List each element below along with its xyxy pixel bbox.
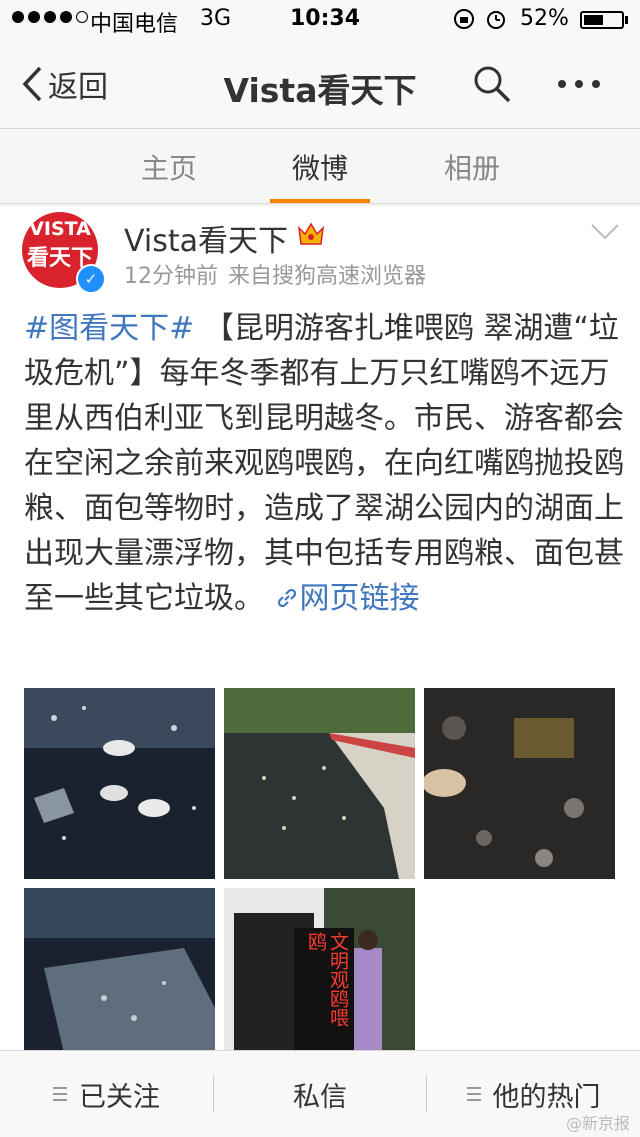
- network-type: 3G: [200, 6, 232, 31]
- nav-bar: 返回 Vista看天下: [0, 40, 640, 129]
- battery-percent: 52%: [520, 6, 569, 31]
- signal-icon: [12, 11, 88, 23]
- follow-label: 已关注: [79, 1081, 160, 1113]
- message-button[interactable]: 私信: [214, 1051, 426, 1137]
- post-meta: 12分钟前 来自搜狗高速浏览器: [124, 258, 426, 290]
- tab-weibo[interactable]: 微博: [245, 147, 395, 187]
- post-time: 12分钟前: [124, 264, 218, 289]
- photo-civilized-sign[interactable]: 文明观鸥喂鸥: [224, 888, 415, 1053]
- search-button[interactable]: [472, 64, 512, 108]
- profile-tabs: 主页 微博 相册: [0, 129, 640, 204]
- hot-posts-label: 他的热门: [492, 1081, 601, 1113]
- message-label: 私信: [293, 1081, 347, 1113]
- page-title: Vista看天下: [223, 71, 417, 110]
- active-tab-indicator: [270, 199, 370, 203]
- photo-lake-railing[interactable]: [224, 688, 415, 879]
- topic-link[interactable]: #图看天下#: [24, 311, 194, 346]
- post-username[interactable]: Vista看天下: [124, 216, 288, 260]
- vip-crown-icon: [296, 220, 326, 252]
- chevron-down-icon: [591, 224, 619, 240]
- photo-feeding-hand[interactable]: [424, 688, 615, 879]
- bottom-action-bar: 已关注 私信 他的热门: [0, 1050, 640, 1137]
- photo-gulls-water[interactable]: [24, 688, 215, 879]
- post-source: 来自搜狗高速浏览器: [228, 264, 427, 289]
- battery-icon: [580, 11, 624, 29]
- web-link[interactable]: 网页链接: [274, 581, 420, 616]
- web-link-label: 网页链接: [299, 581, 420, 616]
- sign-text: 文明观鸥喂鸥: [305, 932, 349, 1027]
- follow-button[interactable]: 已关注: [0, 1051, 213, 1137]
- rotation-alarm-icons: [452, 6, 508, 38]
- tab-home[interactable]: 主页: [94, 147, 244, 187]
- post-body: 【昆明游客扎堆喂鸥 翠湖遭“垃圾危机”】每年冬季都有上万只红嘴鸥不远万里从西伯利…: [24, 311, 624, 616]
- tab-album[interactable]: 相册: [397, 147, 547, 187]
- weibo-post-card[interactable]: VISTA 看天下 ✓ Vista看天下 12分钟前 来自搜狗高速浏览器 #图看天…: [0, 206, 640, 1053]
- clock: 10:34: [290, 6, 361, 31]
- post-menu-button[interactable]: [590, 222, 620, 246]
- post-text: #图看天下# 【昆明游客扎堆喂鸥 翠湖遭“垃圾危机”】每年冬季都有上万只红嘴鸥不…: [24, 306, 624, 621]
- status-bar: 中国电信 3G 10:34 52%: [0, 0, 640, 40]
- carrier-name: 中国电信: [90, 12, 179, 37]
- menu-lines-icon: [466, 1087, 481, 1101]
- more-button[interactable]: [558, 80, 600, 88]
- menu-lines-icon: [53, 1087, 67, 1101]
- search-icon: [474, 66, 511, 103]
- link-icon: [277, 588, 296, 608]
- avatar-logo-text: VISTA: [29, 218, 91, 240]
- watermark: @新京报: [566, 1114, 631, 1133]
- verified-badge-icon: ✓: [76, 264, 106, 294]
- more-icon: [558, 80, 566, 88]
